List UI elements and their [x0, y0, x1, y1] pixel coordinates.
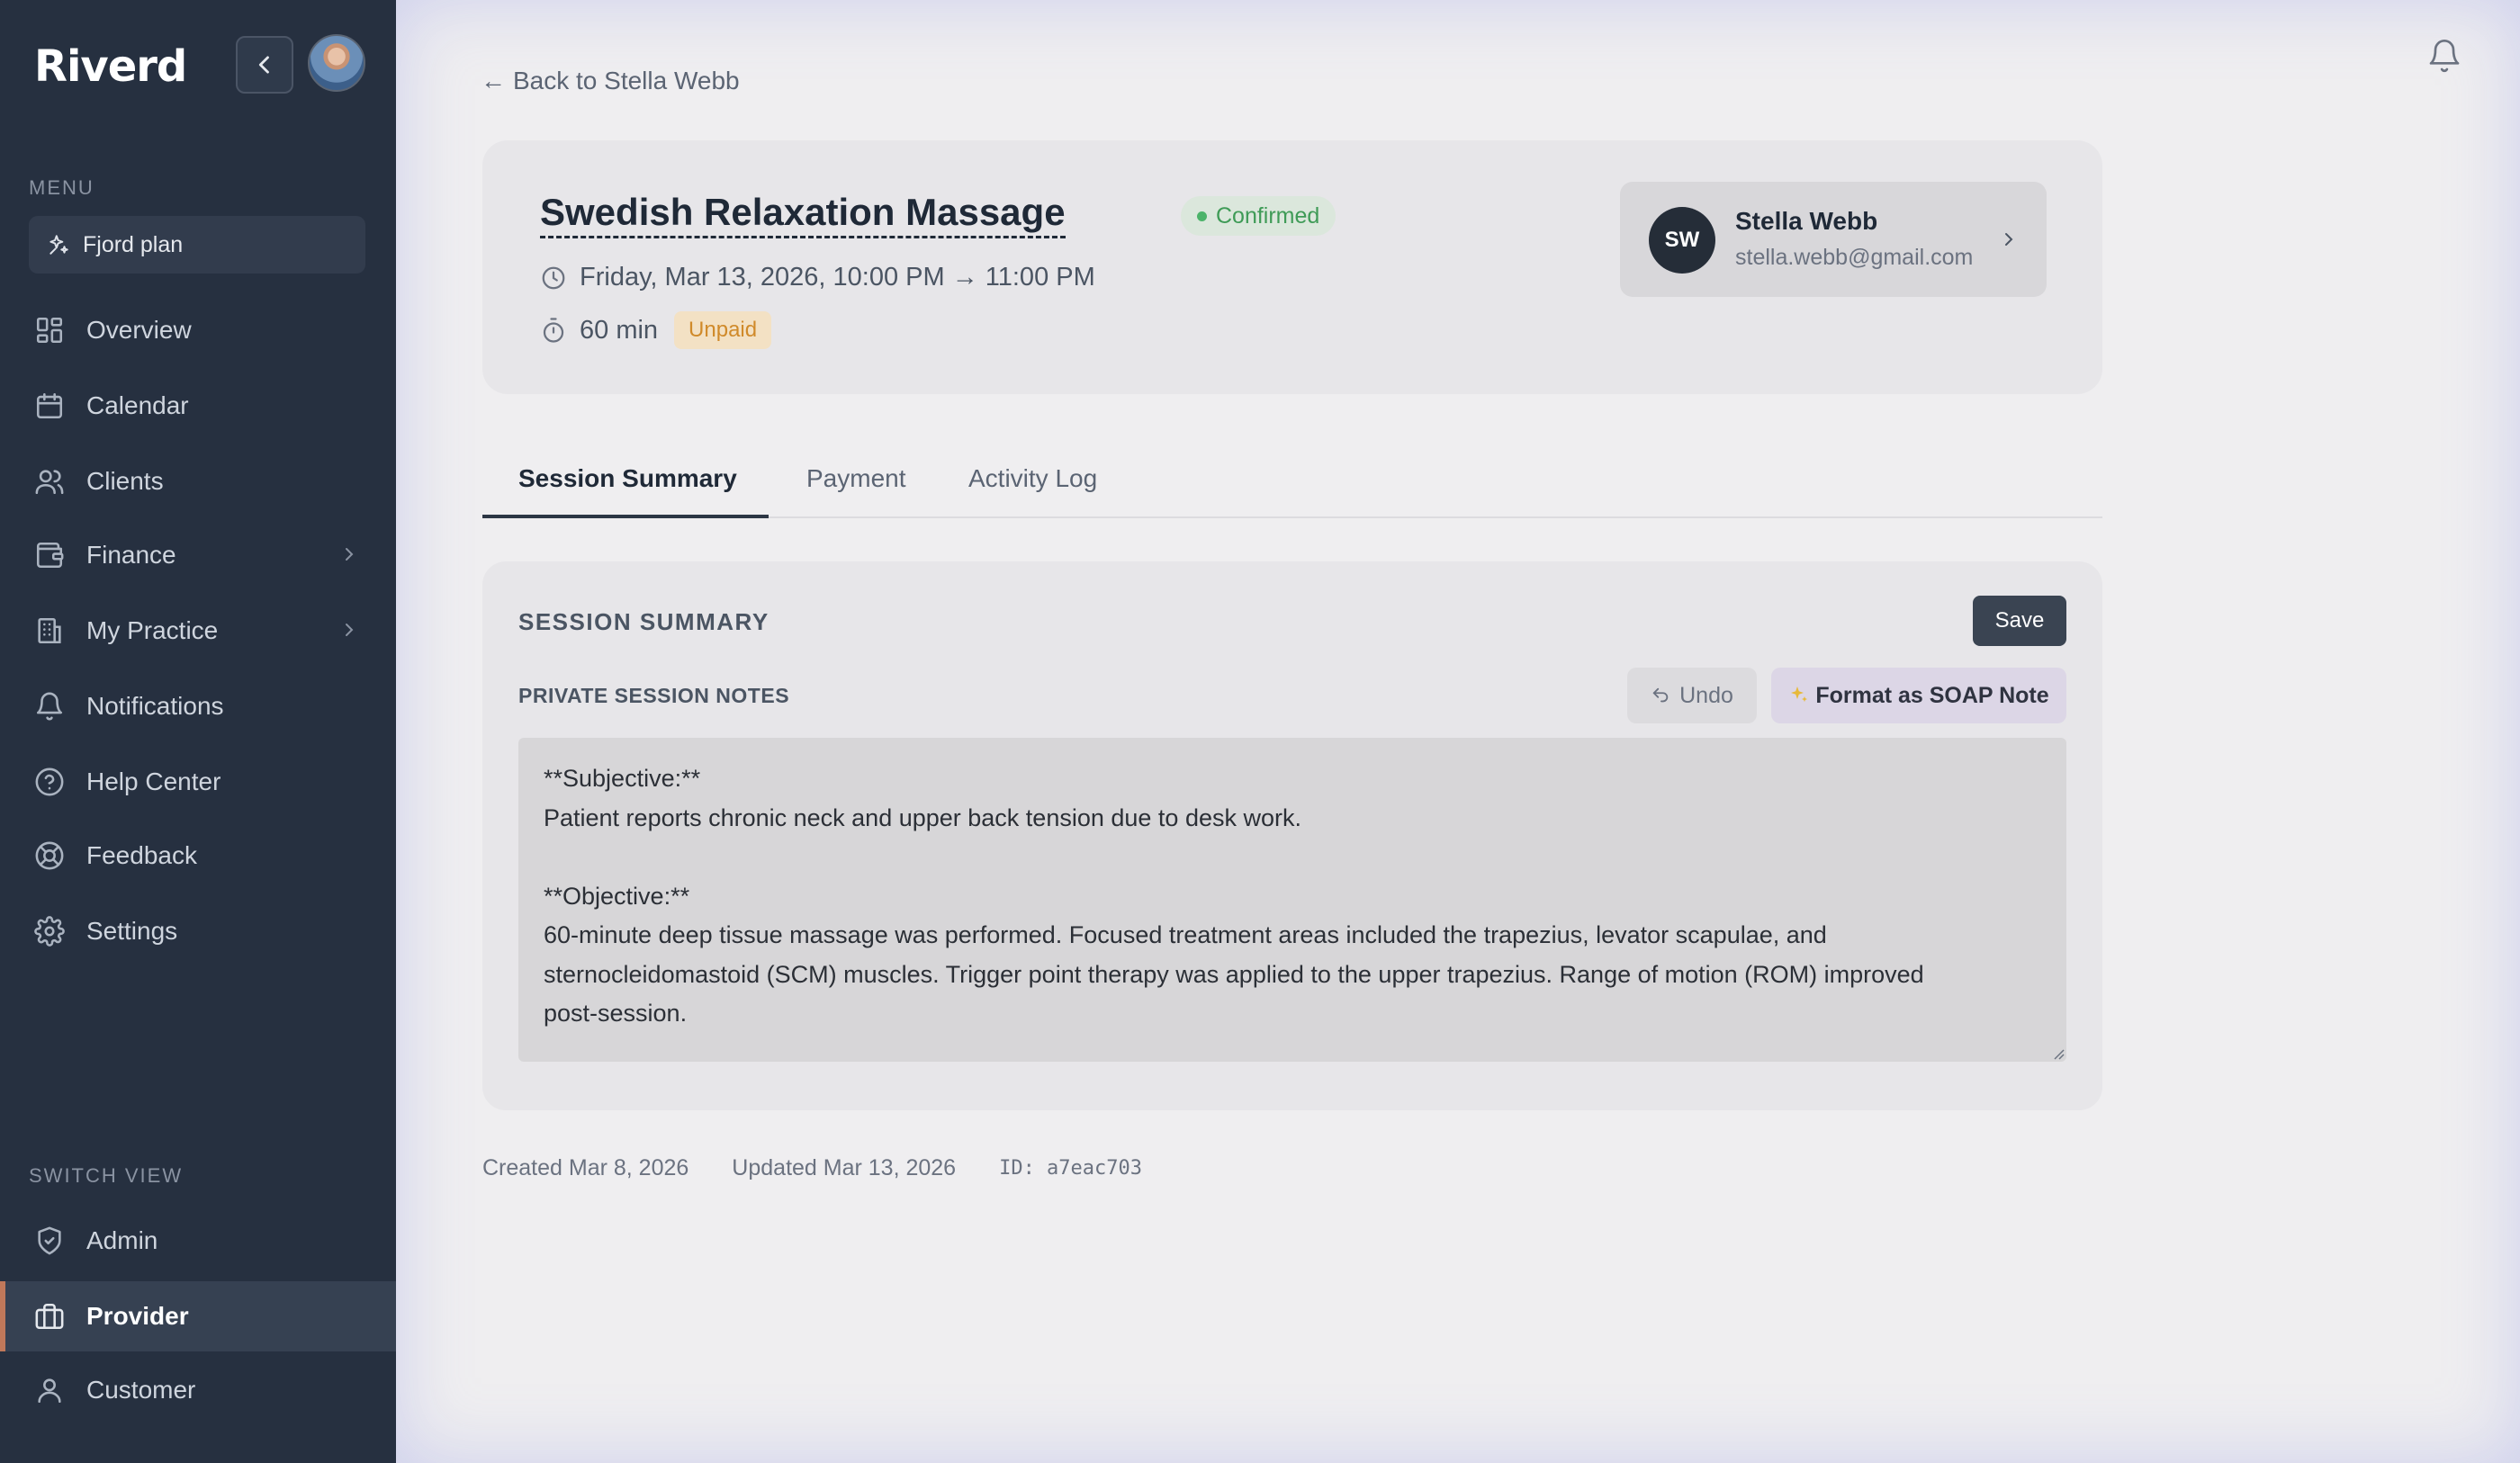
calendar-icon: [34, 390, 65, 421]
sidebar-item-label: Overview: [86, 316, 192, 344]
shield-icon: [34, 1225, 65, 1256]
collapse-sidebar-button[interactable]: [236, 36, 293, 94]
sidebar-item-finance[interactable]: Finance: [0, 520, 396, 590]
sidebar-item-label: Feedback: [86, 841, 197, 869]
sidebar-item-overview[interactable]: Overview: [0, 295, 396, 365]
sidebar-item-label: My Practice: [86, 616, 219, 644]
duration-text: 60 min: [580, 315, 659, 345]
client-name: Stella Webb: [1735, 207, 1878, 235]
life-buoy-icon: [34, 840, 65, 871]
undo-label: Undo: [1679, 682, 1733, 708]
appointment-title: Swedish Relaxation Massage: [540, 191, 1066, 238]
sidebar-item-notifications[interactable]: Notifications: [0, 671, 396, 741]
undo-icon: [1651, 686, 1670, 705]
view-label: Customer: [86, 1376, 196, 1404]
chevron-left-icon: [252, 52, 277, 77]
client-avatar: SW: [1649, 207, 1715, 274]
sidebar-item-settings[interactable]: Settings: [0, 896, 396, 966]
appointment-datetime: Friday, Mar 13, 2026, 10:00 PM → 11:00 P…: [540, 263, 1095, 292]
status-label: Confirmed: [1216, 202, 1320, 229]
timer-icon: [540, 317, 567, 344]
status-badge: Confirmed: [1181, 196, 1336, 236]
appointment-card: Swedish Relaxation Massage Confirmed Fri…: [482, 140, 2102, 394]
wallet-icon: [34, 540, 65, 570]
building-icon: [34, 615, 65, 646]
session-notes-textarea[interactable]: **Subjective:** Patient reports chronic …: [518, 738, 2066, 1062]
created-date: Created Mar 8, 2026: [482, 1155, 689, 1180]
format-soap-button[interactable]: Format as SOAP Note: [1771, 668, 2066, 723]
sidebar-item-label: Clients: [86, 467, 164, 495]
sidebar-item-help-center[interactable]: Help Center: [0, 747, 396, 817]
view-provider[interactable]: Provider: [0, 1281, 396, 1351]
client-email: stella.webb@gmail.com: [1735, 245, 1974, 270]
sidebar-item-label: Help Center: [86, 767, 221, 795]
plan-badge[interactable]: Fjord plan: [29, 216, 365, 274]
switch-view-label: SWITCH VIEW: [29, 1164, 184, 1187]
sidebar-item-clients[interactable]: Clients: [0, 446, 396, 516]
view-label: Provider: [86, 1302, 189, 1330]
sidebar-item-label: Notifications: [86, 692, 224, 720]
clock-icon: [540, 265, 567, 292]
user-icon: [34, 1375, 65, 1405]
record-meta: Created Mar 8, 2026 Updated Mar 13, 2026…: [482, 1155, 1142, 1181]
tab-activity-log[interactable]: Activity Log: [968, 450, 1097, 518]
view-admin[interactable]: Admin: [0, 1206, 396, 1276]
tab-bar: Session Summary Payment Activity Log: [482, 450, 2102, 518]
save-button[interactable]: Save: [1973, 596, 2066, 646]
sparkle-icon: [47, 233, 70, 256]
notifications-bell-icon[interactable]: [2426, 38, 2462, 74]
client-card[interactable]: SW Stella Webb stella.webb@gmail.com: [1620, 182, 2047, 297]
chevron-right-icon: [338, 543, 360, 565]
payment-status-badge: Unpaid: [674, 311, 772, 349]
grid-icon: [34, 315, 65, 346]
soap-label: Format as SOAP Note: [1815, 682, 2049, 708]
plan-label: Fjord plan: [83, 231, 184, 257]
datetime-text: Friday, Mar 13, 2026, 10:00 PM → 11:00 P…: [580, 263, 1095, 292]
tab-payment[interactable]: Payment: [806, 450, 906, 518]
main-content: ← Back to Stella Webb Swedish Relaxation…: [396, 0, 2520, 1463]
sidebar-item-label: Calendar: [86, 391, 189, 419]
notes-label: PRIVATE SESSION NOTES: [518, 684, 790, 707]
panel-title: SESSION SUMMARY: [518, 608, 770, 635]
sidebar-item-label: Finance: [86, 541, 176, 569]
sidebar-item-calendar[interactable]: Calendar: [0, 371, 396, 441]
status-dot-icon: [1197, 211, 1207, 221]
tab-session-summary[interactable]: Session Summary: [482, 450, 769, 518]
menu-section-label: MENU: [29, 176, 94, 199]
chevron-right-icon: [1998, 229, 2020, 250]
sidebar-item-label: Settings: [86, 917, 178, 945]
help-circle-icon: [34, 767, 65, 797]
back-to-client-link[interactable]: ← Back to Stella Webb: [481, 67, 740, 95]
record-id: ID: a7eac703: [999, 1157, 1143, 1180]
back-link-label: Back to Stella Webb: [513, 67, 740, 94]
resize-handle-icon[interactable]: [2050, 1046, 2065, 1060]
arrow-left-icon: ←: [481, 67, 506, 94]
bell-icon: [34, 691, 65, 722]
briefcase-icon: [34, 1301, 65, 1332]
view-label: Admin: [86, 1226, 158, 1254]
sidebar: Riverd MENU Fjord plan Overview Calendar…: [0, 0, 396, 1463]
sidebar-item-my-practice[interactable]: My Practice: [0, 596, 396, 666]
sidebar-item-feedback[interactable]: Feedback: [0, 821, 396, 891]
updated-date: Updated Mar 13, 2026: [732, 1155, 957, 1180]
gear-icon: [34, 916, 65, 947]
undo-button[interactable]: Undo: [1627, 668, 1757, 723]
user-avatar[interactable]: [308, 34, 365, 92]
users-icon: [34, 466, 65, 497]
app-logo[interactable]: Riverd: [34, 41, 187, 92]
session-summary-panel: SESSION SUMMARY Save PRIVATE SESSION NOT…: [482, 561, 2102, 1110]
sparkles-icon: [1788, 685, 1810, 706]
view-customer[interactable]: Customer: [0, 1355, 396, 1425]
chevron-right-icon: [338, 619, 360, 641]
appointment-duration: 60 min Unpaid: [540, 311, 772, 349]
